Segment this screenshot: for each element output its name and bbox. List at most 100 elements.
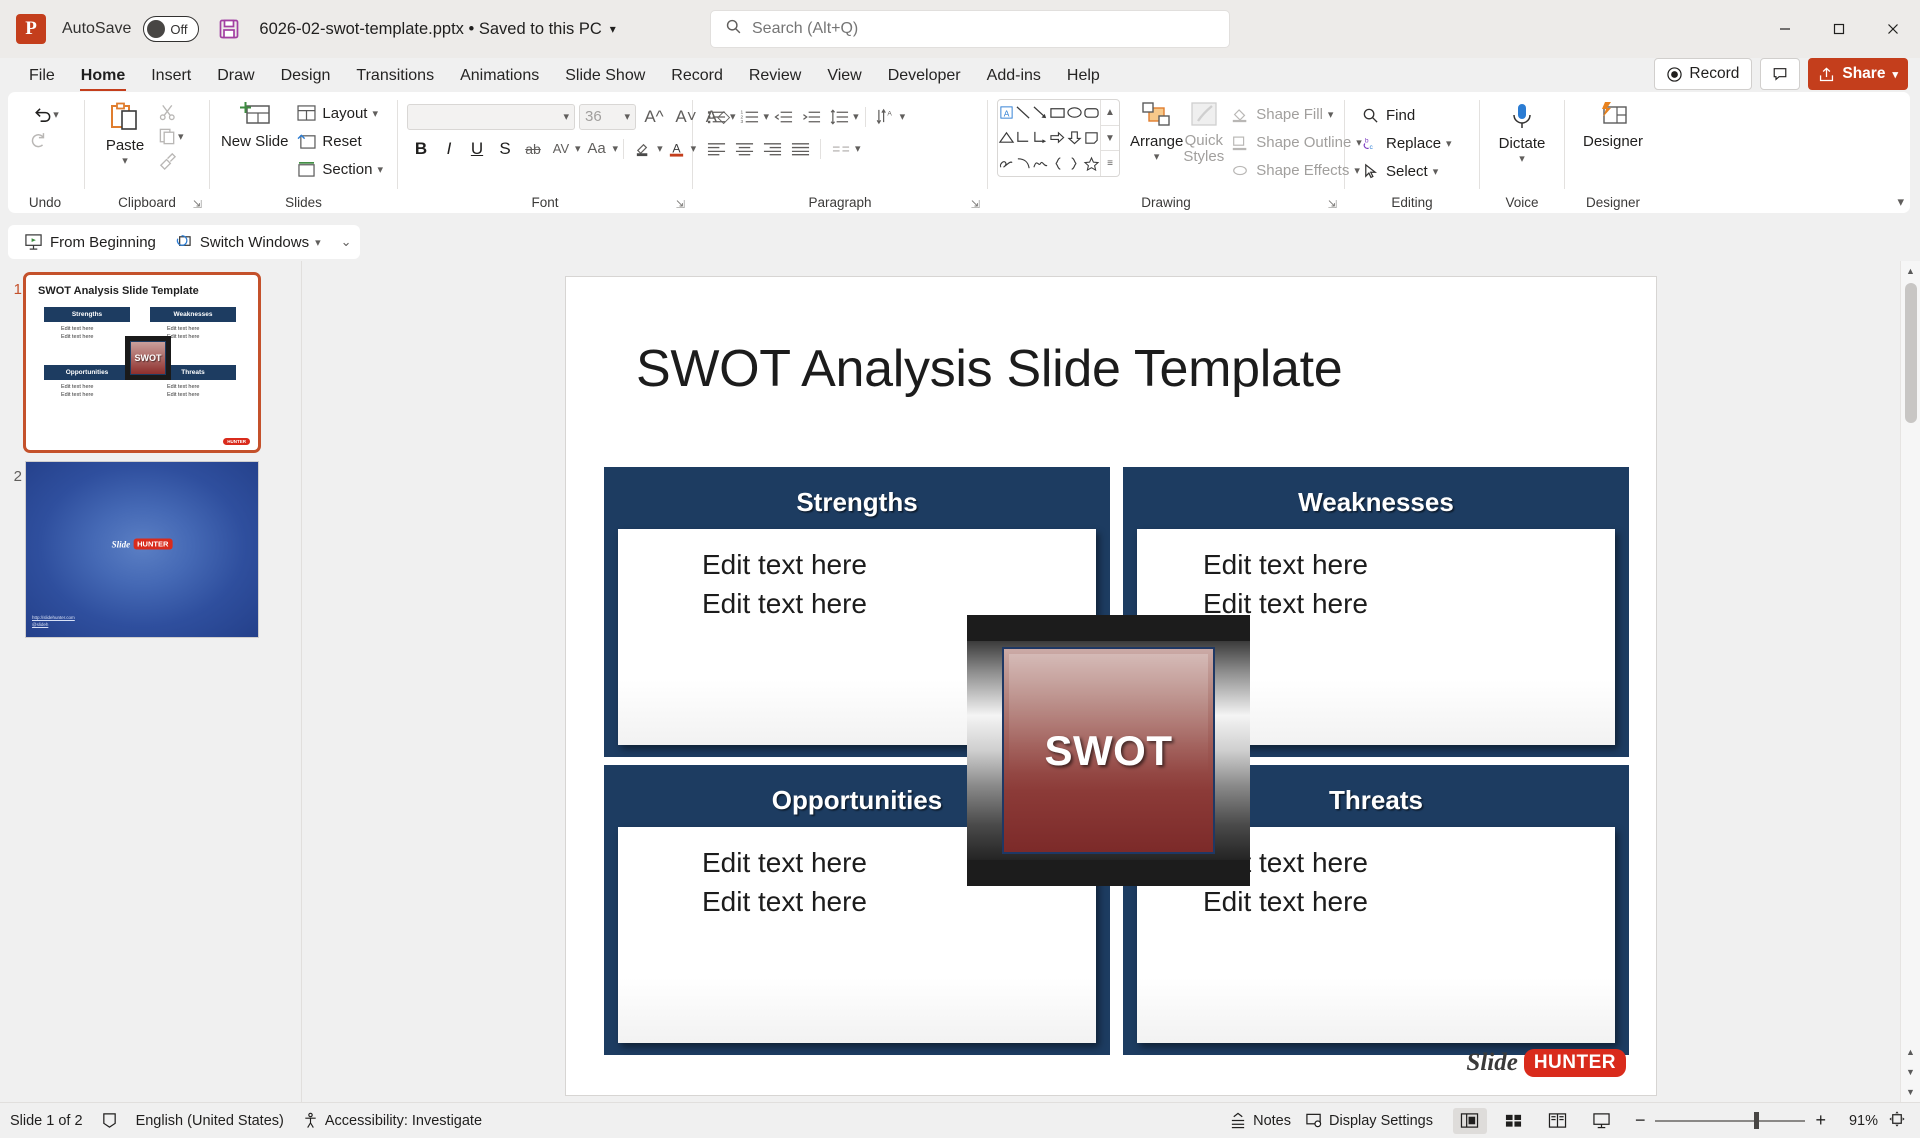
bullets-dropdown-icon[interactable]: ▾ bbox=[730, 110, 736, 123]
shape-triangle-icon[interactable] bbox=[998, 125, 1015, 150]
share-button[interactable]: Share ▾ bbox=[1808, 58, 1908, 90]
document-title[interactable]: 6026-02-swot-template.pptx • Saved to th… bbox=[259, 20, 601, 39]
text-highlight-color-icon[interactable] bbox=[629, 135, 657, 162]
tab-add-ins[interactable]: Add-ins bbox=[974, 63, 1054, 92]
next-slide-icon[interactable]: ▼ bbox=[1901, 1062, 1920, 1082]
character-spacing-button[interactable]: AV bbox=[547, 135, 575, 162]
shape-line-icon[interactable] bbox=[1015, 100, 1032, 125]
spell-check-icon[interactable] bbox=[101, 1112, 118, 1129]
zoom-out-button[interactable]: − bbox=[1635, 1110, 1646, 1131]
align-left-icon[interactable] bbox=[702, 135, 730, 162]
thumbnail-row-2[interactable]: 2 Slide HUNTER http://slidehunter.com @s… bbox=[0, 462, 301, 637]
display-settings-button[interactable]: Display Settings bbox=[1305, 1112, 1433, 1129]
shape-folded-corner-icon[interactable] bbox=[1083, 125, 1100, 150]
align-right-icon[interactable] bbox=[758, 135, 786, 162]
shape-right-brace-icon[interactable] bbox=[1066, 151, 1083, 176]
character-spacing-dropdown-icon[interactable]: ▾ bbox=[575, 142, 581, 155]
tab-animations[interactable]: Animations bbox=[447, 63, 552, 92]
layout-dropdown-icon[interactable]: ▾ bbox=[372, 107, 378, 120]
tab-developer[interactable]: Developer bbox=[875, 63, 974, 92]
undo-dropdown-icon[interactable]: ▾ bbox=[53, 108, 59, 121]
new-slide-button[interactable]: New Slide bbox=[219, 97, 290, 150]
layout-button[interactable]: Layout ▾ bbox=[290, 99, 388, 127]
previous-slide-icon[interactable]: ▲ bbox=[1901, 1042, 1920, 1062]
replace-dropdown-icon[interactable]: ▾ bbox=[1446, 137, 1452, 150]
slide-thumbnail-2[interactable]: Slide HUNTER http://slidehunter.com @sli… bbox=[26, 462, 258, 637]
change-case-button[interactable]: Aa bbox=[581, 135, 613, 162]
replace-button[interactable]: bc Replace ▾ bbox=[1354, 129, 1457, 157]
search-input[interactable] bbox=[752, 20, 1152, 38]
tab-review[interactable]: Review bbox=[736, 63, 814, 92]
slide-title[interactable]: SWOT Analysis Slide Template bbox=[636, 339, 1343, 399]
zoom-slider[interactable] bbox=[1655, 1111, 1806, 1131]
shapes-more-icon[interactable]: ≡ bbox=[1101, 151, 1119, 176]
underline-button[interactable]: U bbox=[463, 135, 491, 162]
font-name-dropdown-icon[interactable]: ▾ bbox=[563, 110, 569, 123]
autosave-toggle[interactable]: Off bbox=[143, 16, 200, 42]
justify-icon[interactable] bbox=[786, 135, 814, 162]
shape-rounded-rectangle-icon[interactable] bbox=[1083, 100, 1100, 125]
search-box[interactable] bbox=[710, 10, 1230, 48]
save-icon[interactable] bbox=[217, 17, 241, 41]
highlight-dropdown-icon[interactable]: ▾ bbox=[657, 142, 663, 155]
thumbnail-row-1[interactable]: 1 SWOT Analysis Slide Template Strengths… bbox=[0, 272, 301, 453]
numbering-icon[interactable]: 1 2 3 bbox=[736, 103, 764, 130]
zoom-slider-handle[interactable] bbox=[1754, 1112, 1760, 1129]
document-title-chevron-icon[interactable]: ▾ bbox=[610, 22, 616, 36]
arrange-button[interactable]: Arrange ▾ bbox=[1130, 97, 1183, 163]
vertical-scrollbar[interactable]: ▲ ▲ ▼ ▼ bbox=[1900, 261, 1920, 1102]
swot-center-shape[interactable]: SWOT bbox=[967, 615, 1250, 886]
change-case-dropdown-icon[interactable]: ▾ bbox=[613, 142, 619, 155]
slide-sorter-view-button[interactable] bbox=[1497, 1108, 1531, 1134]
customize-quick-access-toolbar-icon[interactable]: ⌄ bbox=[341, 234, 352, 250]
shape-text-box-icon[interactable]: A bbox=[998, 100, 1015, 125]
dictate-dropdown-icon[interactable]: ▾ bbox=[1519, 152, 1525, 165]
tab-design[interactable]: Design bbox=[268, 63, 344, 92]
maximize-button[interactable] bbox=[1812, 0, 1866, 58]
shape-star-icon[interactable] bbox=[1083, 151, 1100, 176]
from-beginning-button[interactable]: From Beginning bbox=[16, 229, 162, 255]
switch-windows-dropdown-icon[interactable]: ▾ bbox=[315, 236, 321, 249]
scroll-down-icon[interactable]: ▼ bbox=[1901, 1082, 1920, 1102]
text-direction-icon[interactable]: A bbox=[872, 103, 900, 130]
fit-slide-to-window-button[interactable] bbox=[1888, 1110, 1906, 1132]
slide-count-status[interactable]: Slide 1 of 2 bbox=[10, 1113, 83, 1129]
notes-button[interactable]: Notes bbox=[1229, 1112, 1291, 1129]
text-shadow-button[interactable]: S bbox=[491, 135, 519, 162]
shape-freeform-icon[interactable] bbox=[1032, 151, 1049, 176]
reading-view-button[interactable] bbox=[1541, 1108, 1575, 1134]
shape-right-arrow-icon[interactable] bbox=[1049, 125, 1066, 150]
bold-button[interactable]: B bbox=[407, 135, 435, 162]
arrange-dropdown-icon[interactable]: ▾ bbox=[1154, 150, 1160, 163]
shape-elbow-connector-icon[interactable] bbox=[1015, 125, 1032, 150]
normal-view-button[interactable] bbox=[1452, 1107, 1487, 1134]
font-color-icon[interactable]: A bbox=[663, 135, 691, 162]
decrease-indent-icon[interactable] bbox=[769, 103, 797, 130]
shape-curve-icon[interactable] bbox=[1015, 151, 1032, 176]
select-dropdown-icon[interactable]: ▾ bbox=[1433, 165, 1439, 178]
shape-scribble-icon[interactable] bbox=[998, 151, 1015, 176]
font-size-combobox[interactable]: 36 ▾ bbox=[579, 103, 636, 130]
tab-transitions[interactable]: Transitions bbox=[343, 63, 447, 92]
tab-home[interactable]: Home bbox=[68, 63, 138, 92]
select-button[interactable]: Select ▾ bbox=[1354, 157, 1457, 185]
reset-button[interactable]: Reset bbox=[290, 127, 388, 155]
paragraph-dialog-launcher[interactable]: ⇲ bbox=[971, 198, 980, 211]
font-dialog-launcher[interactable]: ⇲ bbox=[676, 198, 685, 211]
zoom-percentage[interactable]: 91% bbox=[1836, 1113, 1878, 1129]
section-dropdown-icon[interactable]: ▾ bbox=[377, 163, 383, 176]
align-center-icon[interactable] bbox=[730, 135, 758, 162]
font-name-combobox[interactable]: ▾ bbox=[407, 103, 575, 130]
find-button[interactable]: Find bbox=[1354, 101, 1457, 129]
strikethrough-button[interactable]: ab bbox=[519, 135, 547, 162]
collapse-ribbon-icon[interactable]: ▾ bbox=[1897, 194, 1904, 210]
clipboard-dialog-launcher[interactable]: ⇲ bbox=[193, 198, 202, 211]
shape-rectangle-icon[interactable] bbox=[1049, 100, 1066, 125]
shape-arrow-icon[interactable] bbox=[1032, 100, 1049, 125]
scroll-up-icon[interactable]: ▲ bbox=[1901, 261, 1920, 281]
shapes-gallery-scrollbar[interactable]: ▲ ▼ ≡ bbox=[1100, 100, 1119, 176]
shape-oval-icon[interactable] bbox=[1066, 100, 1083, 125]
text-direction-dropdown-icon[interactable]: ▾ bbox=[900, 110, 906, 123]
tab-insert[interactable]: Insert bbox=[138, 63, 204, 92]
section-button[interactable]: Section ▾ bbox=[290, 155, 388, 183]
